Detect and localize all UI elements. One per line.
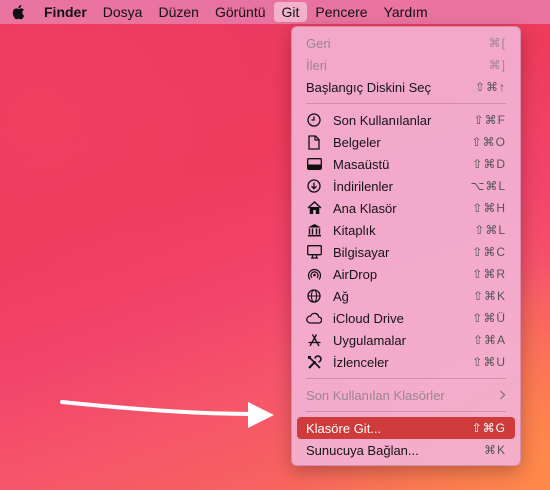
pointer-arrow-icon <box>60 400 274 428</box>
